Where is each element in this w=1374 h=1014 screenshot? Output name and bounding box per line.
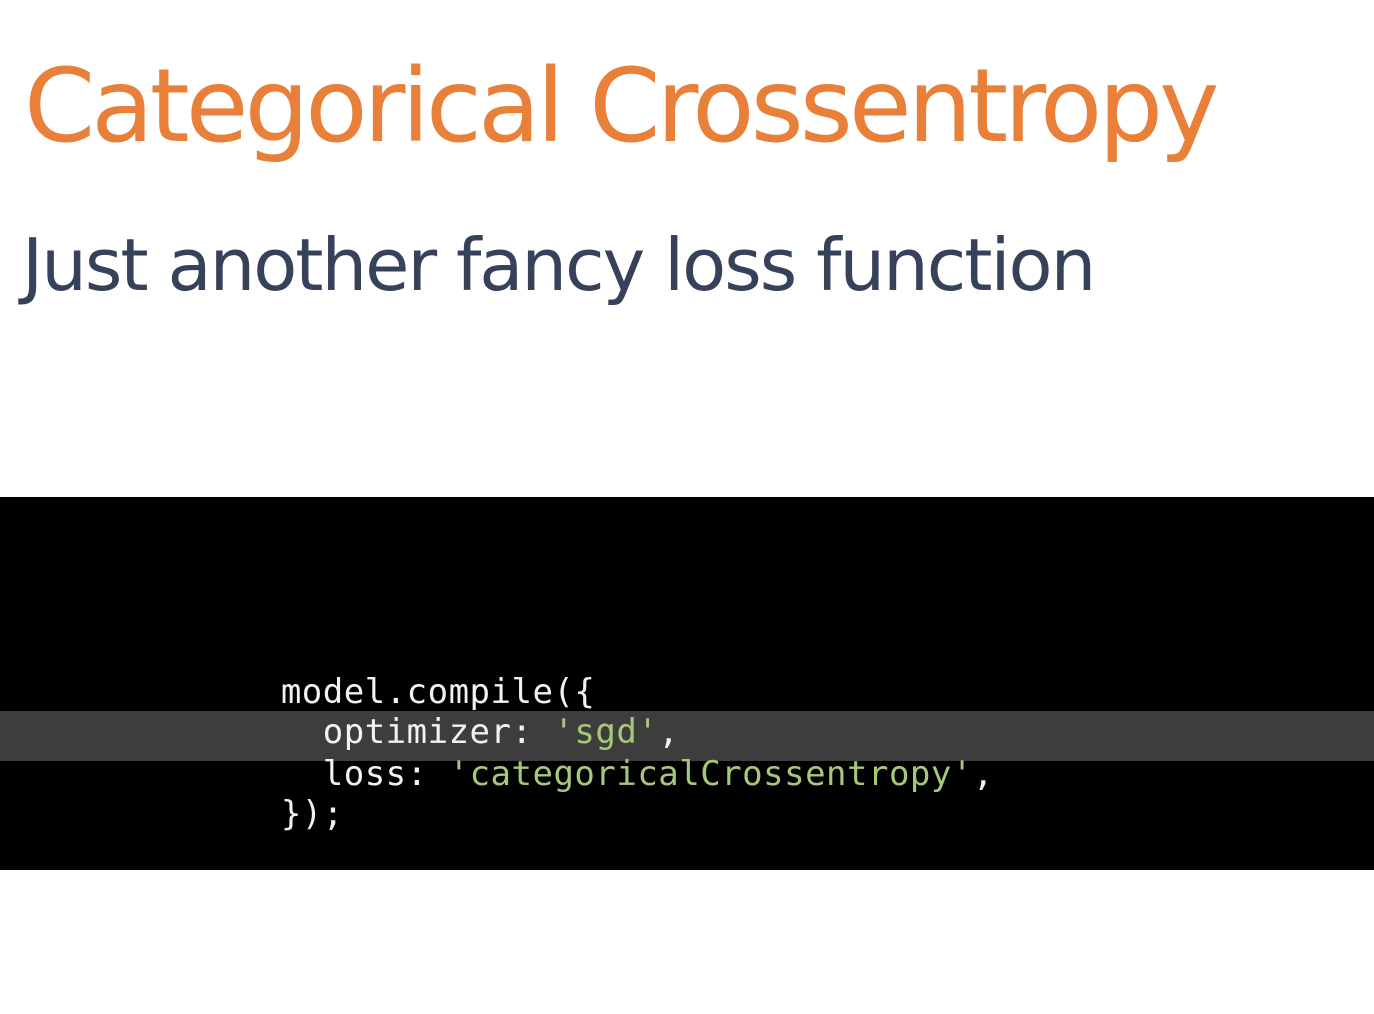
code-text: }); bbox=[280, 794, 344, 834]
code-string: 'categoricalCrossentropy' bbox=[448, 754, 973, 794]
slide-subtitle: Just another fancy loss function bbox=[22, 223, 1096, 307]
slide-title: Categorical Crossentropy bbox=[24, 47, 1219, 166]
slide: Categorical Crossentropy Just another fa… bbox=[0, 0, 1374, 1014]
code-line-4: }); bbox=[155, 754, 344, 874]
code-block: model.compile({ optimizer: 'sgd', loss: … bbox=[0, 497, 1374, 870]
code-punctuation: , bbox=[972, 754, 994, 794]
